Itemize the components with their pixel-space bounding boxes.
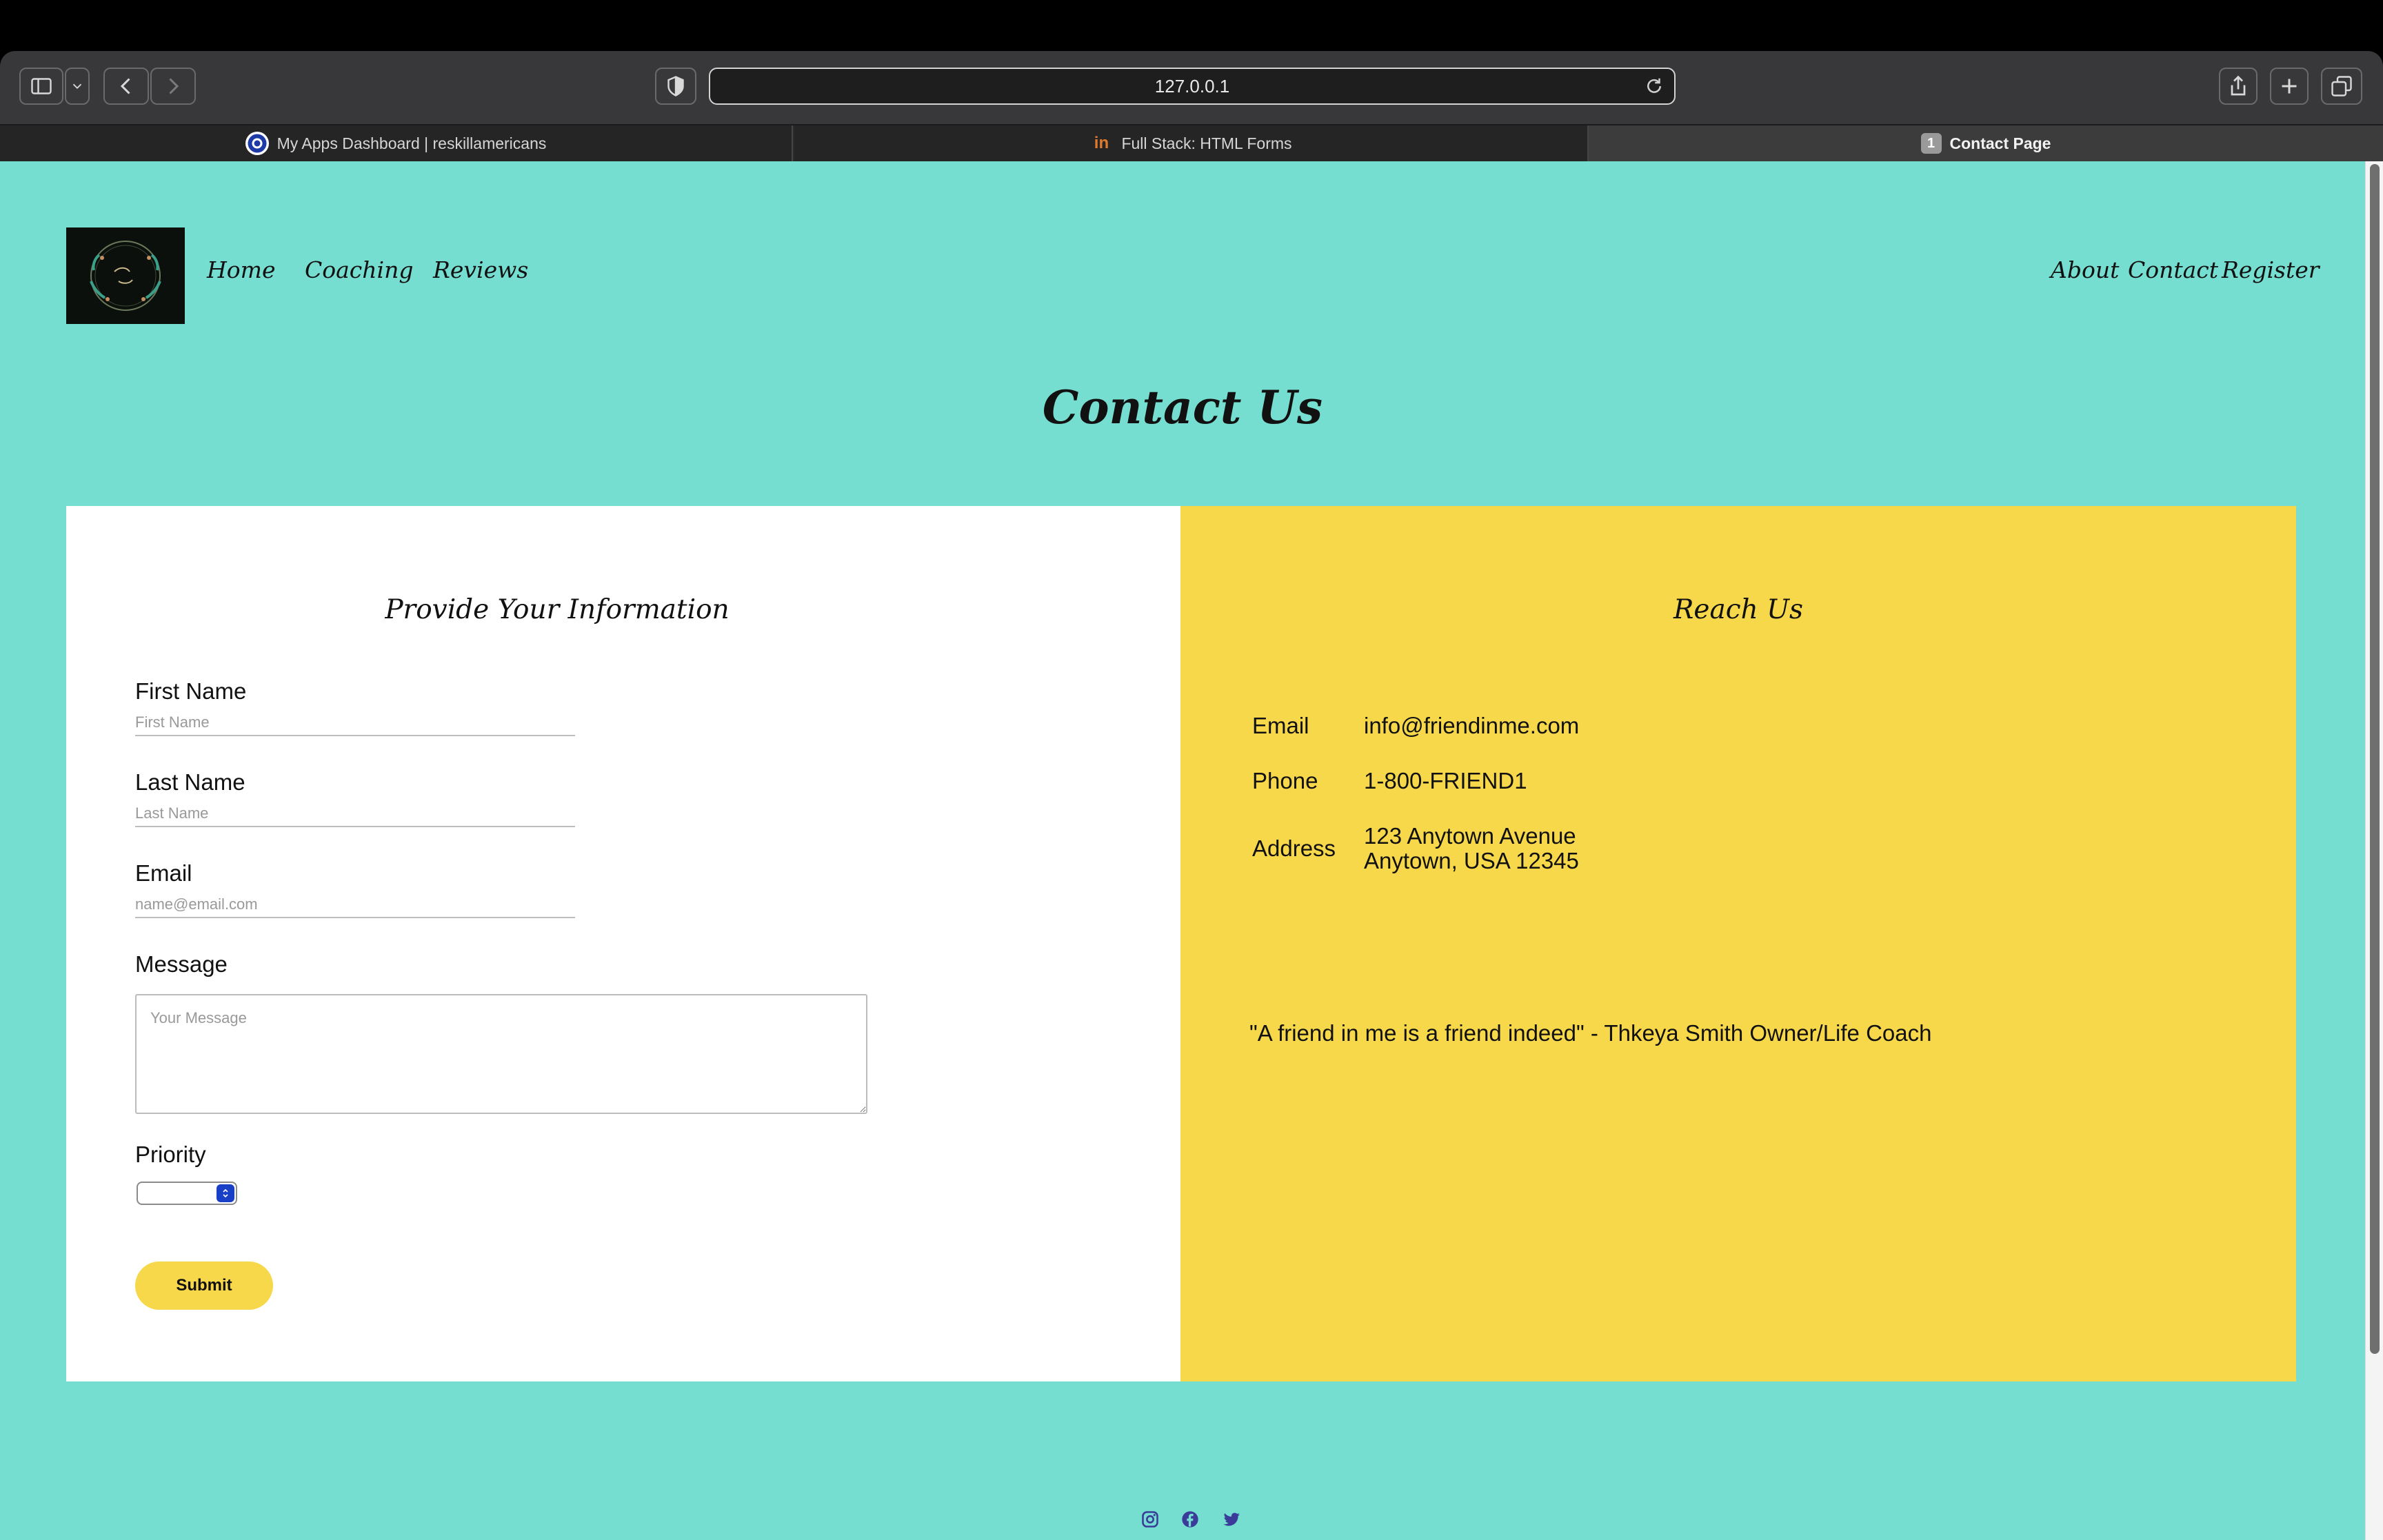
- tab-bar: My Apps Dashboard | reskillamericans in …: [0, 124, 2383, 161]
- message-textarea[interactable]: [135, 994, 867, 1114]
- message-label: Message: [135, 951, 228, 977]
- browser-toolbar: 127.0.0.1: [0, 51, 2383, 124]
- reach-address-label: Address: [1252, 835, 1336, 861]
- sidebar-toggle-button[interactable]: [19, 68, 63, 105]
- priority-label: Priority: [135, 1142, 206, 1167]
- nav-link-register[interactable]: Register: [2222, 256, 2320, 283]
- tab-contact-page[interactable]: 1 Contact Page: [1589, 125, 2383, 161]
- page-viewport: Home Coaching Reviews About Contact Regi…: [0, 161, 2365, 1540]
- first-name-label: First Name: [135, 678, 247, 704]
- nav-link-about[interactable]: About: [2051, 256, 2119, 283]
- submit-button[interactable]: Submit: [135, 1262, 273, 1310]
- tab-number-badge: 1: [1920, 133, 1942, 154]
- owner-quote: "A friend in me is a friend indeed" - Th…: [1249, 1020, 1932, 1046]
- reach-email-label: Email: [1252, 713, 1309, 738]
- reach-address-line2: Anytown, USA 12345: [1364, 848, 1579, 873]
- tab-my-apps[interactable]: My Apps Dashboard | reskillamericans: [0, 125, 793, 161]
- circle-logo-icon: [245, 132, 269, 155]
- reach-us-panel: Reach Us Email info@friendinme.com Phone…: [1180, 506, 2296, 1381]
- reload-icon[interactable]: [1644, 76, 1665, 97]
- wreath-logo-icon: [90, 241, 161, 311]
- facebook-icon[interactable]: [1180, 1510, 1200, 1529]
- select-arrows-icon: [217, 1184, 234, 1202]
- in-logo-icon: in: [1094, 134, 1109, 152]
- first-name-input[interactable]: [135, 710, 575, 736]
- contact-form-panel: Provide Your Information First Name Last…: [66, 506, 1180, 1381]
- form-title: Provide Your Information: [385, 594, 730, 625]
- shield-icon: [667, 76, 684, 97]
- site-logo[interactable]: [66, 227, 185, 324]
- last-name-label: Last Name: [135, 769, 245, 795]
- tab-label: Full Stack: HTML Forms: [1121, 134, 1292, 152]
- forward-button[interactable]: [150, 68, 196, 105]
- new-tab-button[interactable]: [2270, 68, 2309, 105]
- page-title: Contact Us: [1042, 381, 1323, 434]
- nav-link-reviews[interactable]: Reviews: [433, 256, 528, 283]
- tabs-overview-icon: [2331, 76, 2352, 97]
- address-bar[interactable]: 127.0.0.1: [709, 68, 1676, 105]
- reach-email-value[interactable]: info@friendinme.com: [1364, 713, 1579, 739]
- back-button[interactable]: [103, 68, 149, 105]
- chevron-left-icon: [120, 78, 130, 94]
- tab-overview-button[interactable]: [2321, 68, 2362, 105]
- tab-label: Contact Page: [1949, 134, 2051, 152]
- reach-phone-label: Phone: [1252, 768, 1318, 793]
- share-button[interactable]: [2219, 68, 2258, 105]
- nav-link-coaching[interactable]: Coaching: [305, 256, 413, 283]
- tab-group-dropdown[interactable]: [65, 68, 90, 105]
- tab-html-forms[interactable]: in Full Stack: HTML Forms: [794, 125, 1589, 161]
- last-name-input[interactable]: [135, 801, 575, 827]
- email-label: Email: [135, 860, 192, 886]
- priority-select[interactable]: [137, 1182, 237, 1205]
- tab-label: My Apps Dashboard | reskillamericans: [276, 134, 547, 152]
- url-text: 127.0.0.1: [1154, 75, 1230, 97]
- share-icon: [2231, 75, 2246, 96]
- plus-icon: [2282, 79, 2297, 94]
- email-input[interactable]: [135, 892, 575, 918]
- chevron-right-icon: [169, 78, 179, 94]
- reach-phone-value[interactable]: 1-800-FRIEND1: [1364, 768, 1527, 794]
- reach-address-line1: 123 Anytown Avenue: [1364, 823, 1576, 849]
- scrollbar-thumb[interactable]: [2370, 164, 2380, 1354]
- reach-title: Reach Us: [1673, 594, 1803, 625]
- menu-bar: [0, 0, 2383, 51]
- instagram-icon[interactable]: [1140, 1510, 1160, 1529]
- chevron-down-icon: [72, 83, 82, 90]
- nav-link-contact[interactable]: Contact: [2128, 256, 2218, 283]
- page-scrollbar[interactable]: [2365, 161, 2383, 1540]
- nav-link-home[interactable]: Home: [207, 256, 275, 283]
- sidebar-icon: [31, 78, 52, 94]
- twitter-icon[interactable]: [1222, 1510, 1241, 1529]
- privacy-shield-button[interactable]: [655, 68, 696, 105]
